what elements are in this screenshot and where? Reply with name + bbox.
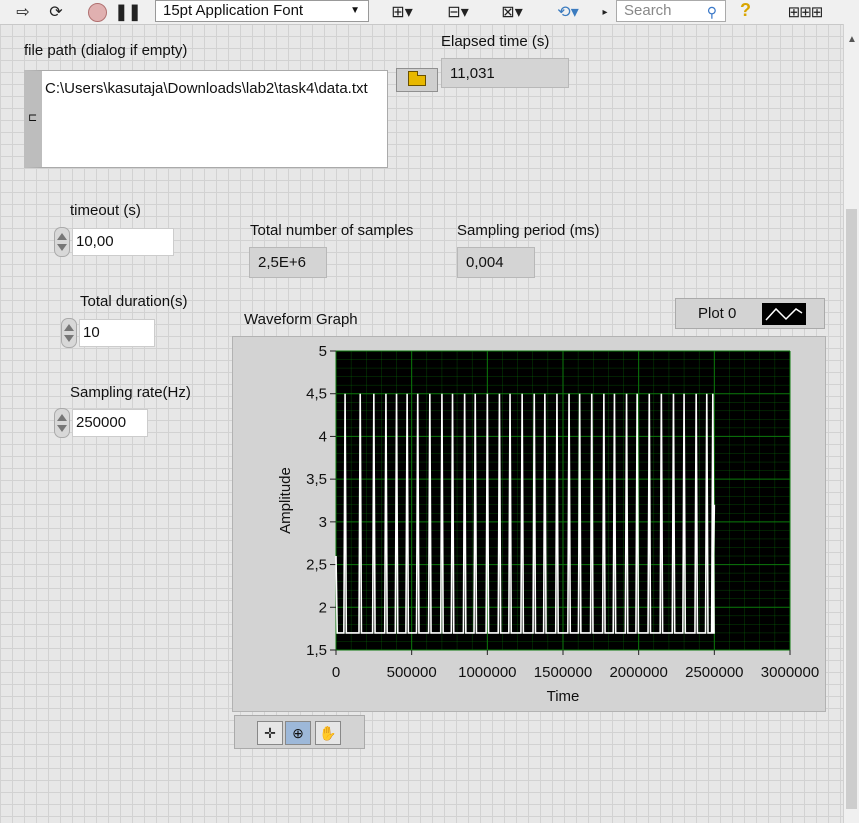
timeout-label: timeout (s)	[70, 202, 141, 219]
graph-title: Waveform Graph	[244, 311, 358, 328]
sampling-period-indicator: 0,004	[457, 247, 535, 278]
y-tick-label: 4,5	[306, 386, 327, 403]
arrow-up-icon[interactable]	[57, 414, 67, 421]
x-tick-label: 0	[332, 664, 340, 681]
x-tick-label: 1000000	[458, 664, 516, 681]
waveform-graph: 1,5 2 2,5 3 3,5 4 4,5 5 0 500000 1000000 1500000 200…	[232, 336, 826, 712]
waveform-chart: 1,5 2 2,5 3 3,5 4 4,5 5 0 500000 1000000 1500000 200…	[277, 343, 819, 705]
file-path-label: file path (dialog if empty)	[24, 42, 188, 59]
sampling-rate-control: 250000	[54, 408, 150, 438]
scroll-thumb[interactable]	[846, 209, 857, 809]
y-tick-label: 2,5	[306, 557, 327, 574]
abort-icon[interactable]	[86, 2, 108, 22]
graph-palette: ✛ ⊕ ✋	[234, 715, 365, 749]
timeout-input[interactable]: 10,00	[72, 228, 174, 256]
x-tick-label: 2500000	[685, 664, 743, 681]
font-select[interactable]: 15pt Application Font ▼	[155, 0, 369, 22]
cursor-move-icon[interactable]: ✛	[257, 721, 283, 745]
x-tick-label: 500000	[387, 664, 437, 681]
run-continuous-icon[interactable]: ⟳	[44, 2, 68, 22]
timeout-control: 10,00	[54, 227, 174, 257]
x-tick-label: 1500000	[534, 664, 592, 681]
path-icon: ⊏	[28, 112, 38, 124]
sampling-rate-label: Sampling rate(Hz)	[70, 384, 191, 401]
run-arrow-icon[interactable]: ⇨	[14, 2, 32, 22]
total-duration-input[interactable]: 10	[79, 319, 155, 347]
search-icon: ⚲	[706, 4, 717, 20]
plot-legend[interactable]: Plot 0	[675, 298, 825, 329]
total-duration-stepper[interactable]	[61, 318, 77, 348]
total-duration-label: Total duration(s)	[80, 293, 188, 310]
font-select-label: 15pt Application Font	[163, 2, 304, 19]
timeout-stepper[interactable]	[54, 227, 70, 257]
file-path-value[interactable]: C:\Users\kasutaja\Downloads\lab2\task4\d…	[45, 77, 375, 100]
toolbar: ⇨ ⟳ ❚❚ 15pt Application Font ▼ ⊞▾ ⊟▾ ⊠▾ …	[0, 0, 859, 25]
y-tick-label: 3,5	[306, 471, 327, 488]
y-tick-label: 1,5	[306, 642, 327, 659]
total-samples-label: Total number of samples	[250, 222, 414, 239]
search-input[interactable]: Search ⚲	[616, 0, 726, 22]
y-axis-label: Amplitude	[277, 467, 294, 534]
x-axis-label: Time	[547, 688, 580, 705]
search-placeholder: Search	[624, 2, 672, 19]
vertical-scrollbar[interactable]: ▲	[843, 24, 859, 823]
total-samples-indicator: 2,5E+6	[249, 247, 327, 278]
connector-pane-icon: ⊞⊞⊞	[787, 4, 824, 21]
chevron-down-icon: ▼	[350, 5, 360, 16]
chevron-up-icon[interactable]: ▲	[847, 34, 857, 45]
total-duration-control: 10	[61, 318, 157, 348]
align-icon[interactable]: ⊞▾	[384, 2, 420, 22]
resize-icon[interactable]: ⊠▾	[492, 2, 532, 22]
sampling-rate-input[interactable]: 250000	[72, 409, 148, 437]
sampling-rate-stepper[interactable]	[54, 408, 70, 438]
x-tick-label: 2000000	[609, 664, 667, 681]
arrow-up-icon[interactable]	[64, 324, 74, 331]
elapsed-time-label: Elapsed time (s)	[441, 33, 550, 50]
distribute-icon[interactable]: ⊟▾	[438, 2, 478, 22]
y-tick-label: 4	[319, 428, 327, 445]
pan-hand-icon[interactable]: ✋	[315, 721, 341, 745]
y-tick-label: 3	[319, 514, 327, 531]
pause-icon[interactable]: ❚❚	[115, 2, 142, 22]
sampling-period-label: Sampling period (ms)	[457, 222, 600, 239]
file-path-field[interactable]: ⊏ C:\Users\kasutaja\Downloads\lab2\task4…	[24, 70, 388, 168]
legend-label: Plot 0	[698, 305, 737, 322]
legend-line-icon	[762, 303, 806, 325]
arrow-down-icon[interactable]	[57, 244, 67, 251]
arrow-up-icon[interactable]	[57, 233, 67, 240]
y-tick-label: 5	[319, 343, 327, 360]
arrow-down-icon[interactable]	[57, 425, 67, 432]
browse-button[interactable]	[396, 68, 438, 92]
y-tick-label: 2	[319, 599, 327, 616]
elapsed-time-indicator: 11,031	[441, 58, 569, 88]
expand-icon[interactable]: ▸	[600, 2, 610, 22]
folder-icon	[408, 71, 426, 86]
x-tick-label: 3000000	[761, 664, 819, 681]
zoom-icon[interactable]: ⊕	[285, 721, 311, 745]
help-icon[interactable]: ?	[740, 0, 751, 21]
arrow-down-icon[interactable]	[64, 335, 74, 342]
reorder-icon[interactable]: ⟲▾	[548, 2, 588, 22]
